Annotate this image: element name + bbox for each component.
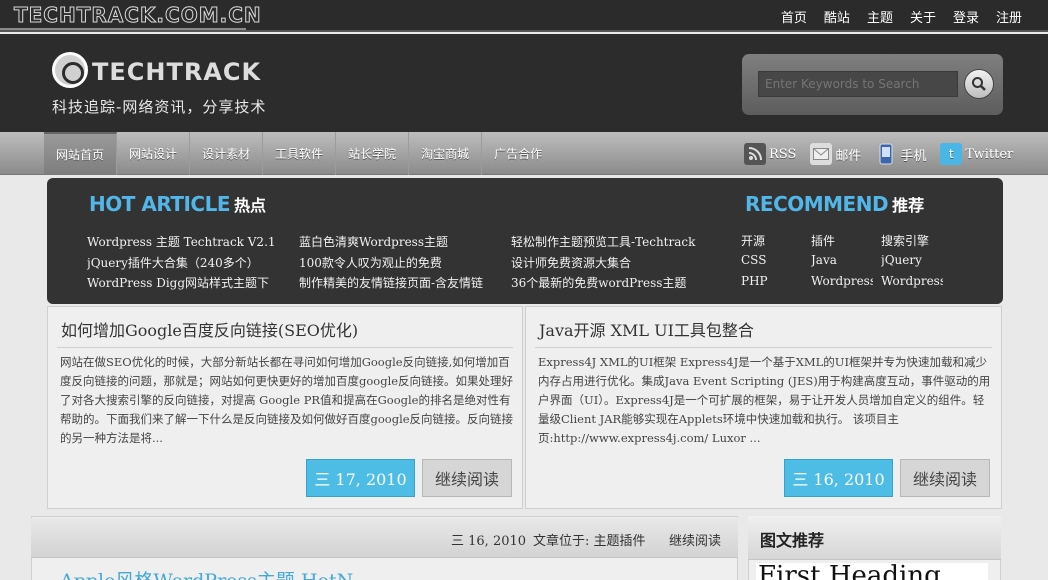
- hot-link[interactable]: 100款令人叹为观止的免费: [299, 254, 502, 275]
- divider: [57, 347, 513, 348]
- site-header: TECHTRACK 科技追踪-网络资讯，分享技术: [0, 34, 1048, 132]
- read-more-button[interactable]: 继续阅读: [900, 459, 990, 497]
- search-input[interactable]: [758, 71, 958, 97]
- recommend-tag[interactable]: Java: [811, 253, 873, 274]
- nav-item-taobao[interactable]: 淘宝商城: [409, 132, 483, 175]
- social-mail[interactable]: 邮件: [810, 143, 861, 165]
- social-twitter-label: Twitter: [965, 146, 1014, 162]
- top-link-register[interactable]: 注册: [996, 7, 1022, 26]
- site-url-logo[interactable]: TECHTRACK.COM.CN: [14, 3, 262, 28]
- post-title[interactable]: Apple风格WordPress主题 HotN: [60, 566, 353, 580]
- hot-link[interactable]: jQuery插件大合集（240多个）: [87, 254, 287, 275]
- social-rss[interactable]: RSS: [744, 143, 796, 165]
- post-meta-bar: 三 16, 2010 文章位于: 主题插件 继续阅读: [31, 518, 738, 558]
- recommend-heading: RECOMMEND 推荐: [745, 192, 924, 216]
- sidebar-widget-title: 图文推荐: [760, 531, 825, 550]
- hot-link[interactable]: 轻松制作主题预览工具-Techtrack: [511, 233, 721, 254]
- recommend-column-2: 插件 Java Wordpress: [811, 232, 873, 295]
- hot-link[interactable]: 蓝白色清爽Wordpress主题: [299, 233, 502, 254]
- hot-column-1: Wordpress 主题 Techtrack V2.1 jQuery插件大合集（…: [87, 233, 287, 295]
- hot-link[interactable]: 36个最新的免费wordPress主题: [511, 274, 721, 295]
- recommend-column-1: 开源 CSS PHP: [741, 232, 803, 295]
- post-date: 三 16, 2010: [784, 459, 893, 497]
- post-title[interactable]: 如何增加Google百度反向链接(SEO优化): [61, 317, 358, 341]
- top-bar: TECHTRACK.COM.CN 首页 酷站 主题 关于 登录 注册: [0, 0, 1048, 32]
- recommend-tag[interactable]: jQuery: [881, 253, 943, 274]
- recommend-heading-en: RECOMMEND: [745, 192, 889, 216]
- sidebar-widget-header: 图文推荐: [748, 516, 1001, 560]
- main-nav: 网站首页 网站设计 设计素材 工具软件 站长学院 淘宝商城 广告合作 RSS 邮…: [0, 132, 1048, 175]
- logo-icon[interactable]: [52, 52, 88, 88]
- social-mail-label: 邮件: [835, 148, 862, 164]
- recommend-tag[interactable]: Wordpress: [881, 274, 943, 295]
- hot-link[interactable]: Wordpress 主题 Techtrack V2.1: [87, 233, 287, 254]
- post-excerpt: Express4J XML的UI框架 Express4J是一个基于XML的UI框…: [538, 355, 991, 445]
- post-title[interactable]: Java开源 XML UI工具包整合: [539, 317, 754, 341]
- recommend-tag[interactable]: CSS: [741, 253, 803, 274]
- recommend-tag[interactable]: 搜索引擎: [881, 232, 943, 253]
- top-link-login[interactable]: 登录: [953, 7, 979, 26]
- top-nav: 首页 酷站 主题 关于 登录 注册: [781, 7, 1022, 26]
- nav-item-home[interactable]: 网站首页: [44, 132, 118, 175]
- hot-heading-cn: 热点: [234, 196, 267, 215]
- hot-column-3: 轻松制作主题预览工具-Techtrack 设计师免费资源大集合 36个最新的免费…: [511, 233, 721, 295]
- divider: [0, 28, 246, 30]
- nav-item-webmaster[interactable]: 站长学院: [336, 132, 410, 175]
- nav-item-design-assets[interactable]: 设计素材: [190, 132, 264, 175]
- nav-item-ads[interactable]: 广告合作: [482, 132, 554, 175]
- hot-link[interactable]: 设计师免费资源大集合: [511, 254, 721, 275]
- post-date: 三 16, 2010: [451, 534, 527, 549]
- logo-text[interactable]: TECHTRACK: [92, 58, 261, 86]
- divider: [535, 347, 992, 348]
- recommend-tag[interactable]: PHP: [741, 274, 803, 295]
- twitter-icon: t: [940, 143, 963, 165]
- social-twitter[interactable]: t Twitter: [940, 143, 1013, 165]
- social-rss-label: RSS: [769, 146, 797, 162]
- social-mobile[interactable]: 手机: [875, 143, 926, 165]
- nav-item-tools[interactable]: 工具软件: [263, 132, 337, 175]
- post-card: Java开源 XML UI工具包整合 Express4J XML的UI框架 Ex…: [525, 306, 1002, 509]
- site-tagline: 科技追踪-网络资讯，分享技术: [52, 98, 267, 116]
- recommend-heading-cn: 推荐: [892, 196, 925, 215]
- rss-icon: [744, 143, 766, 165]
- search-box: [742, 54, 1003, 115]
- hot-heading: HOT ARTICLE 热点: [89, 192, 266, 216]
- featured-image[interactable]: First Heading: [756, 563, 988, 580]
- read-more-button[interactable]: 继续阅读: [422, 459, 512, 497]
- post-category[interactable]: 文章位于: 主题插件: [533, 530, 646, 549]
- nav-item-web-design[interactable]: 网站设计: [117, 132, 191, 175]
- top-link-cool-sites[interactable]: 酷站: [824, 7, 850, 26]
- featured-image-text: First Heading: [758, 563, 941, 580]
- search-button[interactable]: [964, 69, 994, 99]
- recommend-tag[interactable]: Wordpress: [811, 274, 873, 295]
- social-mobile-label: 手机: [900, 148, 927, 164]
- recommend-tag[interactable]: 开源: [741, 232, 803, 253]
- hot-heading-en: HOT ARTICLE: [89, 192, 231, 216]
- hot-articles-panel: HOT ARTICLE 热点 RECOMMEND 推荐 Wordpress 主题 T…: [47, 178, 1003, 304]
- hot-link[interactable]: 制作精美的友情链接页面-含友情链: [299, 274, 502, 295]
- top-link-home[interactable]: 首页: [781, 7, 807, 26]
- social-links: RSS 邮件 手机 t Twitter: [744, 143, 1013, 165]
- top-link-themes[interactable]: 主题: [867, 7, 893, 26]
- top-link-about[interactable]: 关于: [910, 7, 936, 26]
- mail-icon: [810, 143, 833, 165]
- search-icon: [972, 77, 986, 91]
- recommend-column-3: 搜索引擎 jQuery Wordpress: [881, 232, 943, 295]
- post-date: 三 17, 2010: [306, 459, 415, 497]
- post-excerpt: 网站在做SEO优化的时候，大部分新站长都在寻问如何增加Google反向链接,如何…: [60, 355, 514, 445]
- recommend-tag[interactable]: 插件: [811, 232, 873, 253]
- hot-link[interactable]: WordPress Digg网站样式主题下: [87, 274, 287, 295]
- mobile-icon: [875, 143, 897, 165]
- hot-column-2: 蓝白色清爽Wordpress主题 100款令人叹为观止的免费 制作精美的友情链接…: [299, 233, 502, 295]
- read-more-link[interactable]: 继续阅读: [669, 530, 721, 549]
- post-card: 如何增加Google百度反向链接(SEO优化) 网站在做SEO优化的时候，大部分…: [47, 306, 523, 509]
